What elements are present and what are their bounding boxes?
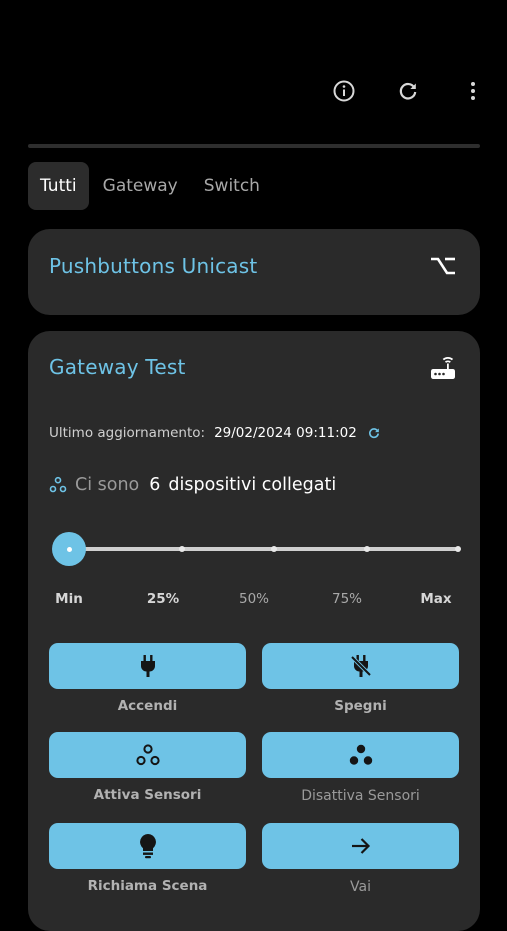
devices-suffix: dispositivi collegati	[168, 475, 337, 495]
arrow-right-icon	[349, 834, 373, 858]
slider-tick-50	[271, 546, 277, 552]
pushbuttons-card-title: Pushbuttons Unicast	[49, 254, 258, 278]
spegni-button[interactable]	[262, 643, 459, 689]
pushbuttons-card[interactable]: Pushbuttons Unicast	[28, 229, 480, 315]
switch-icon	[428, 251, 458, 281]
accendi-label: Accendi	[117, 698, 178, 714]
gateway-card-title: Gateway Test	[49, 355, 186, 379]
tab-gateway[interactable]: Gateway	[91, 162, 190, 210]
router-icon	[428, 353, 458, 383]
slider-label-25: 25%	[146, 591, 180, 607]
gateway-card: Gateway Test Ultimo aggiornamento: 29/02…	[28, 331, 480, 931]
slider-thumb[interactable]	[52, 532, 86, 566]
devices-icon	[49, 476, 67, 494]
vai-button[interactable]	[262, 823, 459, 869]
attiva-sensori-label: Attiva Sensori	[93, 787, 202, 803]
refresh-small-icon[interactable]	[367, 426, 381, 440]
level-slider[interactable]	[49, 531, 461, 567]
tab-tutti[interactable]: Tutti	[28, 162, 89, 210]
attiva-sensori-button[interactable]	[49, 732, 246, 778]
slider-label-50: 50%	[238, 591, 270, 607]
slider-label-max: Max	[420, 591, 452, 607]
spegni-label: Spegni	[334, 698, 387, 714]
slider-label-min: Min	[55, 591, 83, 607]
plug-off-icon	[349, 654, 373, 678]
plug-icon	[137, 654, 159, 678]
devices-prefix: Ci sono	[75, 475, 140, 495]
disattiva-sensori-label: Disattiva Sensori	[301, 788, 420, 804]
devices-count: 6	[149, 475, 161, 495]
header-divider	[28, 144, 480, 148]
top-app-bar	[0, 0, 507, 140]
accendi-button[interactable]	[49, 643, 246, 689]
last-update-label: Ultimo aggiornamento:	[49, 425, 206, 441]
slider-track[interactable]	[69, 547, 457, 551]
slider-tick-max	[455, 546, 461, 552]
richiama-scena-button[interactable]	[49, 823, 246, 869]
info-icon[interactable]	[331, 78, 357, 104]
connected-devices-row: Ci sono 6 dispositivi collegati	[49, 475, 336, 495]
sensors-outline-icon	[135, 743, 161, 767]
last-update-row: Ultimo aggiornamento: 29/02/2024 09:11:0…	[49, 425, 381, 441]
richiama-scena-label: Richiama Scena	[87, 878, 208, 894]
slider-label-75: 75%	[331, 591, 363, 607]
slider-tick-75	[364, 546, 370, 552]
slider-tick-25	[179, 546, 185, 552]
filter-tabs: Tutti Gateway Switch	[28, 162, 274, 210]
vai-label: Vai	[350, 879, 371, 895]
disattiva-sensori-button[interactable]	[262, 732, 459, 778]
tab-switch[interactable]: Switch	[192, 162, 272, 210]
refresh-icon[interactable]	[395, 78, 421, 104]
sensors-filled-icon	[348, 743, 374, 767]
more-vert-icon[interactable]	[460, 78, 486, 104]
lightbulb-icon	[137, 833, 159, 859]
last-update-value: 29/02/2024 09:11:02	[214, 425, 357, 441]
